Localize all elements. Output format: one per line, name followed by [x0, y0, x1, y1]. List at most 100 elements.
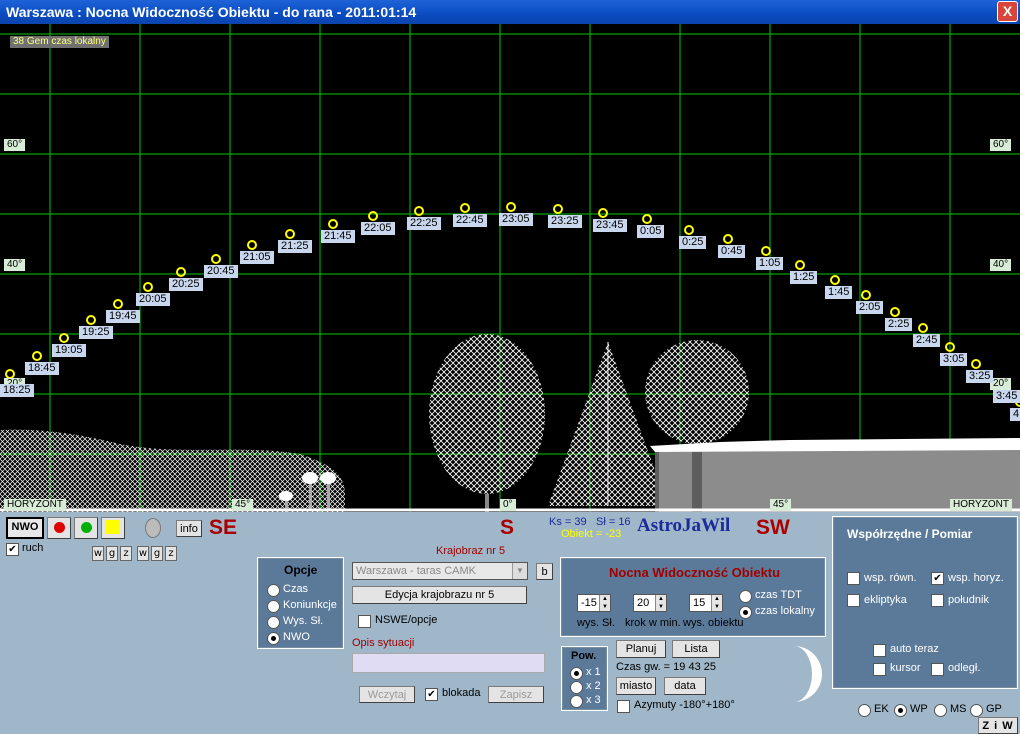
spin-wys-sl[interactable]: -15 ▲ ▼	[577, 594, 611, 612]
track-point	[176, 267, 186, 277]
odlegl-label: odległ.	[948, 662, 981, 674]
track-point	[684, 225, 694, 235]
track-time-label: 0:25	[679, 236, 707, 249]
yellow-square-button[interactable]	[101, 517, 125, 539]
gp-radio[interactable]	[970, 704, 983, 717]
kursor-checkbox[interactable]	[873, 663, 886, 676]
wp-label: WP	[910, 703, 928, 715]
wp-radio[interactable]	[894, 704, 907, 717]
label-krok: krok w min.	[625, 617, 681, 629]
info-button[interactable]: info	[176, 520, 202, 537]
ziw-button[interactable]: Z i W	[978, 717, 1018, 734]
opis-field[interactable]	[352, 653, 545, 673]
moon-egg-icon[interactable]	[145, 518, 161, 538]
track-time-label: 19:25	[79, 326, 113, 339]
window-title: Warszawa : Nocna Widoczność Obiektu - do…	[6, 4, 417, 20]
track-point	[86, 315, 96, 325]
opcje-label-czas: Czas	[283, 583, 309, 595]
auto-teraz-checkbox[interactable]	[873, 644, 886, 657]
track-time-label: 1:45	[825, 286, 853, 299]
z-button-2[interactable]: z	[165, 546, 177, 561]
title-bar: Warszawa : Nocna Widoczność Obiektu - do…	[0, 0, 1020, 24]
spin-wys-obiektu[interactable]: 15 ▲ ▼	[689, 594, 723, 612]
poludnik-label: południk	[948, 594, 989, 606]
krajobraz-select[interactable]: Warszawa - taras CAMK ▼	[352, 562, 528, 580]
ruch-checkbox[interactable]: ✔	[6, 543, 19, 556]
track-point	[5, 369, 15, 379]
track-time-label: 22:25	[407, 217, 441, 230]
spin-krok[interactable]: 20 ▲ ▼	[633, 594, 667, 612]
wsp-rown-checkbox[interactable]	[847, 572, 860, 585]
spin-krok-arrows[interactable]: ▲ ▼	[655, 595, 666, 611]
lamp-post-1	[309, 480, 312, 510]
close-button[interactable]: X	[997, 1, 1018, 22]
w-button-2[interactable]: w	[137, 546, 149, 561]
track-time-label: 22:45	[453, 214, 487, 227]
spin-wys-obiektu-arrows[interactable]: ▲ ▼	[711, 595, 722, 611]
opcje-radio-czas[interactable]	[267, 584, 280, 597]
blokada-checkbox[interactable]: ✔	[425, 688, 438, 701]
b-button[interactable]: b	[536, 563, 553, 580]
green-dot-button[interactable]	[74, 517, 98, 539]
nswe-checkbox[interactable]	[358, 615, 371, 628]
pow-radio-x1[interactable]	[570, 667, 583, 680]
moon-phase-icon	[794, 646, 822, 702]
tree-round-right	[645, 340, 749, 444]
czas-tdt-radio[interactable]	[739, 590, 752, 603]
opcje-radio-wys[interactable]	[267, 616, 280, 629]
track-point	[506, 202, 516, 212]
wsp-horyz-checkbox[interactable]: ✔	[931, 572, 944, 585]
pow-label-x1: x 1	[586, 666, 601, 678]
track-point	[598, 208, 608, 218]
z-button-1[interactable]: z	[120, 546, 132, 561]
lamp-post-2	[327, 480, 330, 510]
red-dot-button[interactable]	[47, 517, 71, 539]
track-point	[113, 299, 123, 309]
pow-radio-x2[interactable]	[570, 681, 583, 694]
horizon-label-right: HORYZONT	[950, 499, 1012, 511]
direction-se: SE	[209, 516, 238, 539]
data-button[interactable]: data	[664, 677, 706, 695]
odlegl-checkbox[interactable]	[931, 663, 944, 676]
chevron-down-icon[interactable]: ▼	[512, 563, 527, 579]
czas-lokalny-radio[interactable]	[739, 606, 752, 619]
lamp-globe-2	[320, 472, 336, 484]
blokada-label: blokada	[442, 687, 481, 699]
track-time-label: 3:25	[966, 370, 994, 383]
opcje-label-nwo: NWO	[283, 631, 310, 643]
czas-tdt-label: czas TDT	[755, 589, 802, 601]
w-button-1[interactable]: w	[92, 546, 104, 561]
track-point	[211, 254, 221, 264]
zapisz-button[interactable]: Zapisz	[488, 686, 544, 703]
opcje-radio-koniunkcje[interactable]	[267, 600, 280, 613]
opcje-radio-nwo[interactable]	[267, 632, 280, 645]
wsp-rown-label: wsp. równ.	[864, 572, 917, 584]
spin-krok-value: 20	[637, 597, 650, 609]
lista-button[interactable]: Lista	[672, 640, 720, 658]
ekliptyka-checkbox[interactable]	[847, 594, 860, 607]
spin-wys-sl-arrows[interactable]: ▲ ▼	[599, 595, 610, 611]
wczytaj-button[interactable]: Wczytaj	[359, 686, 415, 703]
ms-label: MS	[950, 703, 967, 715]
azymuty-label: Azymuty -180°+180°	[634, 699, 735, 711]
track-point	[328, 219, 338, 229]
g-button-1[interactable]: g	[106, 546, 118, 561]
ms-radio[interactable]	[934, 704, 947, 717]
krajobraz-select-value: Warszawa - taras CAMK	[356, 565, 477, 577]
pow-group: Pow. x 1 x 2 x 3	[561, 646, 608, 711]
miasto-button[interactable]: miasto	[616, 677, 656, 695]
label-wys-obiektu: wys. obiektu	[683, 617, 744, 629]
track-time-label: 22:05	[361, 222, 395, 235]
track-time-label: 2:05	[856, 301, 884, 314]
g-button-2[interactable]: g	[151, 546, 163, 561]
sky-view[interactable]: 38 Gem czas lokalny 60° 40° 20° 60° 40° …	[0, 24, 1020, 512]
ek-radio[interactable]	[858, 704, 871, 717]
track-point	[460, 203, 470, 213]
planuj-button[interactable]: Planuj	[616, 640, 666, 658]
nwo-button[interactable]: NWO	[6, 517, 44, 539]
poludnik-checkbox[interactable]	[931, 594, 944, 607]
track-point	[143, 282, 153, 292]
azymuty-checkbox[interactable]	[617, 700, 630, 713]
edit-landscape-button[interactable]: Edycja krajobrazu nr 5	[352, 586, 527, 604]
pow-radio-x3[interactable]	[570, 695, 583, 708]
